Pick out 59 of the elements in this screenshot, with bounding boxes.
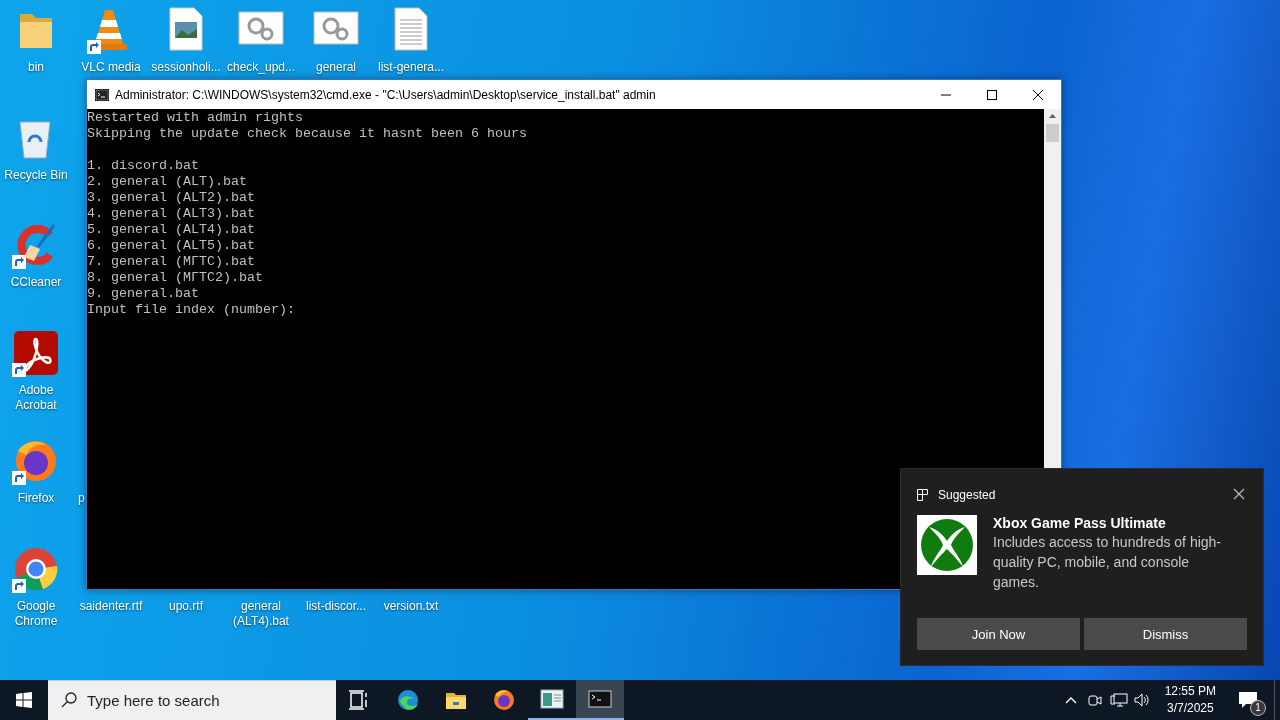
icon-label[interactable]: general (ALT4).bat xyxy=(224,598,298,629)
console-line: 1. discord.bat xyxy=(87,158,200,174)
icon-label[interactable]: sessionholi... xyxy=(151,60,221,75)
icon-label[interactable]: Firefox xyxy=(17,490,55,506)
chevron-up-icon xyxy=(1064,696,1077,704)
console-line: Restarted with admin rights xyxy=(87,110,304,126)
wave-globe-icon xyxy=(396,688,420,712)
console-line: 3. general (ALT2).bat xyxy=(87,190,256,206)
document-app-icon[interactable] xyxy=(12,329,60,378)
toast-button[interactable]: Join Now xyxy=(917,618,1080,650)
icon-label[interactable]: general xyxy=(316,60,356,75)
console-line: 2. general (ALT).bat xyxy=(87,174,248,190)
search-field[interactable]: Type here to search xyxy=(48,680,336,720)
icon-label[interactable]: p xyxy=(78,490,85,506)
close-icon xyxy=(1033,89,1043,100)
icon-label[interactable]: list-genera... xyxy=(378,60,444,75)
taskbar-button[interactable] xyxy=(576,680,624,720)
maximize-icon xyxy=(987,89,997,100)
icon-label[interactable]: Adobe Acrobat xyxy=(0,383,73,414)
console-line: Skipping the update check because it hasnt been 6 hours xyxy=(87,126,528,142)
console-icon xyxy=(95,88,109,101)
tiles-icon xyxy=(917,489,929,501)
icon-label[interactable]: version.txt xyxy=(383,598,439,614)
console-line: 5. general (ALT4).bat xyxy=(87,222,256,238)
console-line: Input file index (number): xyxy=(87,302,296,318)
close-icon xyxy=(1233,488,1245,500)
network-icon xyxy=(1109,692,1128,708)
icon-label[interactable]: upo.rtf xyxy=(169,598,203,614)
toast-button[interactable]: Dismiss xyxy=(1084,618,1247,650)
icon-label[interactable]: CCleaner xyxy=(10,275,62,291)
console-line: 4. general (ALT3).bat xyxy=(87,206,256,222)
icon-label[interactable]: list-discor... xyxy=(306,598,366,614)
icon-label[interactable]: VLC media xyxy=(81,60,141,75)
toast-body: Includes access to hundreds of high-quality PC, mobile, and console games. xyxy=(993,533,1223,592)
icon-label[interactable]: bin xyxy=(28,60,44,75)
icon-label[interactable]: Recycle Bin xyxy=(4,167,68,183)
console-line: 6. general (ALT5).bat xyxy=(87,238,256,254)
message-icon xyxy=(1238,691,1258,709)
console-line: 7. general (МГТС).bat xyxy=(87,254,256,270)
icon-label[interactable]: saidenter.rtf xyxy=(79,598,143,614)
toast-title: Xbox Game Pass Ultimate xyxy=(993,515,1167,532)
console-line: 8. general (МГТС2).bat xyxy=(87,270,264,286)
notification-badge: 1 xyxy=(1250,700,1266,716)
icon-label[interactable]: Google Chrome xyxy=(0,598,73,629)
icon-label[interactable]: check_upd... xyxy=(226,60,295,75)
app-window-icon xyxy=(540,687,564,711)
scrollbar-thumb[interactable] xyxy=(1046,124,1059,142)
console-icon xyxy=(588,687,612,711)
search-icon xyxy=(61,692,77,708)
camera-icon xyxy=(1086,692,1103,708)
windows-logo-icon xyxy=(16,692,32,708)
fox-globe-icon xyxy=(492,688,516,712)
clock-button[interactable]: 12:55 PM 3/7/2025 xyxy=(1156,680,1224,720)
window-title: Administrator: C:\WINDOWS\system32\cmd.exe - "C:\Users\admin\Desktop\service_install.bat" admin xyxy=(115,87,657,102)
close-button[interactable] xyxy=(1233,488,1247,502)
console-line: 9. general.bat xyxy=(87,286,200,302)
speaker-icon xyxy=(1133,692,1152,708)
action-center-button[interactable]: 1 xyxy=(1224,680,1272,720)
toast-header: Suggested xyxy=(938,488,997,502)
